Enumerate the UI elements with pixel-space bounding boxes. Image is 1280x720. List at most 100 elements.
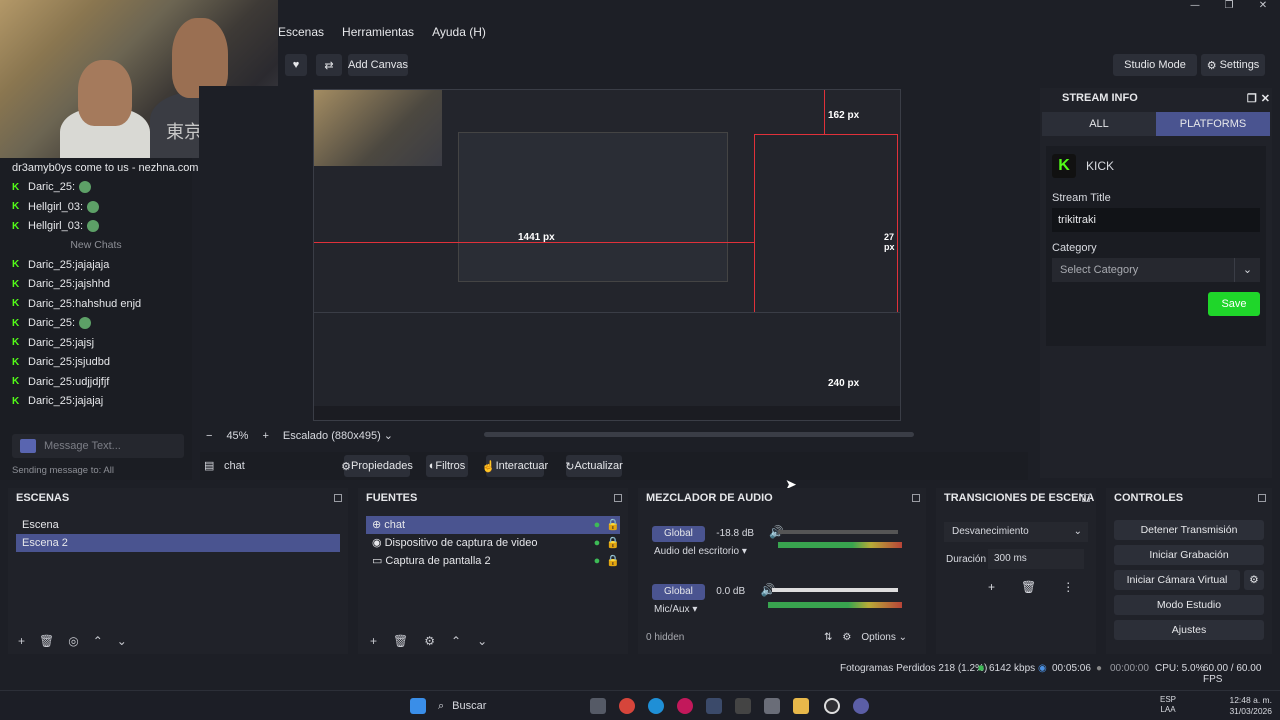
- category-select[interactable]: Select Category ⌄: [1052, 258, 1260, 282]
- menu-escenas[interactable]: Escenas: [278, 22, 324, 42]
- refresh-button[interactable]: ↻ Actualizar: [565, 455, 623, 477]
- clock[interactable]: 12:48 a. m. 31/03/2026: [1228, 695, 1272, 717]
- sliders-icon[interactable]: ⇅: [824, 632, 832, 643]
- language-indicator[interactable]: ESP LAA: [1160, 695, 1176, 715]
- close-icon[interactable]: ✕: [1261, 92, 1270, 105]
- keyboard-layout: LAA: [1160, 705, 1176, 714]
- trash-icon[interactable]: 🗑: [1021, 580, 1036, 594]
- hidden-count: 0 hidden: [646, 632, 685, 643]
- float-dock-icon[interactable]: [334, 494, 342, 502]
- gear-icon[interactable]: ⚙: [424, 634, 435, 648]
- chat-message-input[interactable]: Message Text...: [12, 434, 184, 458]
- float-dock-icon[interactable]: [1258, 494, 1266, 502]
- down-icon[interactable]: ⌄: [477, 634, 487, 648]
- source-item[interactable]: ▭ Captura de pantalla 2 ● 🔒: [366, 552, 620, 570]
- taskbar-search[interactable]: ⌕ Buscar: [438, 695, 578, 717]
- gear-icon[interactable]: ⚙: [1244, 570, 1264, 590]
- undock-icon[interactable]: ❐: [1247, 92, 1257, 105]
- preview-scrollbar[interactable]: [484, 432, 914, 437]
- tab-all[interactable]: ALL: [1042, 112, 1156, 136]
- add-icon[interactable]: +: [18, 634, 25, 648]
- global-button[interactable]: Global: [652, 584, 705, 600]
- mixer-channel-name[interactable]: Audio del escritorio ▾: [654, 546, 747, 557]
- gear-icon[interactable]: ⚙: [842, 632, 851, 643]
- steam-icon[interactable]: [706, 698, 722, 714]
- menu-herramientas[interactable]: Herramientas: [342, 22, 414, 42]
- edge-icon[interactable]: [648, 698, 664, 714]
- emote-icon: [79, 181, 92, 194]
- add-canvas-button[interactable]: Add Canvas: [348, 54, 408, 76]
- float-dock-icon[interactable]: [1082, 494, 1090, 502]
- transition-select[interactable]: Desvanecimiento ⌄: [944, 522, 1088, 542]
- eye-icon[interactable]: ●: [594, 516, 601, 534]
- chrome-icon[interactable]: [619, 698, 635, 714]
- duration-input[interactable]: 300 ms: [988, 549, 1084, 569]
- global-button[interactable]: Global: [652, 526, 705, 542]
- task-view-icon[interactable]: [590, 698, 606, 714]
- start-recording-button[interactable]: Iniciar Grabación: [1114, 545, 1264, 565]
- maximize-icon[interactable]: ❐: [1212, 0, 1246, 14]
- filters-button[interactable]: ◐ Filtros: [426, 455, 468, 477]
- kick-badge-icon: K: [12, 376, 20, 388]
- options-button[interactable]: Options ⌄: [861, 632, 907, 643]
- up-icon[interactable]: ⌃: [93, 634, 103, 648]
- tab-platforms[interactable]: PLATFORMS: [1156, 112, 1270, 136]
- eye-icon[interactable]: ●: [594, 552, 601, 570]
- minimize-icon[interactable]: —: [1178, 0, 1212, 14]
- volume-slider[interactable]: [772, 588, 898, 592]
- scale-select[interactable]: Escalado (880x495) ⌄: [283, 429, 393, 442]
- store-icon[interactable]: [764, 698, 780, 714]
- trash-icon[interactable]: 🗑: [393, 634, 408, 648]
- studio-mode-toggle-button[interactable]: Modo Estudio: [1114, 595, 1264, 615]
- trash-icon[interactable]: 🗑: [39, 634, 54, 648]
- capcut-icon[interactable]: [735, 698, 751, 714]
- scene-item[interactable]: Escena: [16, 516, 340, 534]
- chat-colon: :: [72, 181, 76, 194]
- volume-slider[interactable]: [778, 530, 898, 534]
- filter-icon[interactable]: ◎: [68, 634, 78, 648]
- save-button[interactable]: Save: [1208, 292, 1260, 316]
- interact-button[interactable]: ☝ Interactuar: [482, 455, 548, 477]
- close-icon[interactable]: ✕: [1246, 0, 1280, 14]
- swap-icon[interactable]: ⇄: [316, 54, 342, 76]
- scene-item-selected[interactable]: Escena 2: [16, 534, 340, 552]
- emote-icon: [87, 220, 100, 233]
- source-label: Captura de pantalla 2: [385, 555, 491, 567]
- stop-stream-button[interactable]: Detener Transmisión: [1114, 520, 1264, 540]
- start-virtual-camera-button[interactable]: Iniciar Cámara Virtual: [1114, 570, 1240, 590]
- lock-icon[interactable]: 🔒: [606, 534, 620, 552]
- source-item[interactable]: ◉ Dispositivo de captura de video ● 🔒: [366, 534, 620, 552]
- lock-icon[interactable]: 🔒: [606, 552, 620, 570]
- search-icon: ⌕: [438, 699, 445, 712]
- duration-label: Duración: [946, 554, 987, 565]
- folder-icon[interactable]: [793, 698, 809, 714]
- float-dock-icon[interactable]: [614, 494, 622, 502]
- settings-dock-button[interactable]: Ajustes: [1114, 620, 1264, 640]
- add-icon[interactable]: +: [370, 634, 377, 648]
- settings-button[interactable]: ⚙ Settings: [1201, 54, 1265, 76]
- properties-button[interactable]: ⚙ Propiedades: [341, 455, 413, 477]
- down-icon[interactable]: ⌄: [117, 634, 127, 648]
- add-icon[interactable]: +: [988, 580, 995, 594]
- lock-icon[interactable]: 🔒: [606, 516, 620, 534]
- language-code: ESP: [1160, 695, 1177, 704]
- obs-icon[interactable]: [824, 698, 840, 714]
- menu-ayuda[interactable]: Ayuda (H): [432, 22, 486, 42]
- eye-icon[interactable]: ●: [594, 534, 601, 552]
- studio-mode-button[interactable]: Studio Mode: [1113, 54, 1197, 76]
- zoom-in-button[interactable]: +: [262, 430, 268, 442]
- zoom-out-button[interactable]: −: [206, 430, 212, 442]
- up-icon[interactable]: ⌃: [451, 634, 461, 648]
- float-dock-icon[interactable]: [912, 494, 920, 502]
- favorite-icon[interactable]: ♥: [285, 54, 307, 76]
- chat-username: Daric_25: [28, 317, 73, 330]
- opera-icon[interactable]: [677, 698, 693, 714]
- more-icon[interactable]: ⋮: [1062, 580, 1074, 594]
- mixer-channel-name[interactable]: Mic/Aux ▾: [654, 604, 697, 615]
- stream-title-input[interactable]: trikitraki: [1052, 208, 1260, 232]
- app-icon[interactable]: [853, 698, 869, 714]
- source-item[interactable]: ⊕ chat ● 🔒: [366, 516, 620, 534]
- chat-input-placeholder: Message Text...: [44, 440, 121, 452]
- canvas-preview[interactable]: 162 px 1441 px 27 px 240 px: [313, 89, 901, 421]
- windows-start-icon[interactable]: [410, 698, 426, 714]
